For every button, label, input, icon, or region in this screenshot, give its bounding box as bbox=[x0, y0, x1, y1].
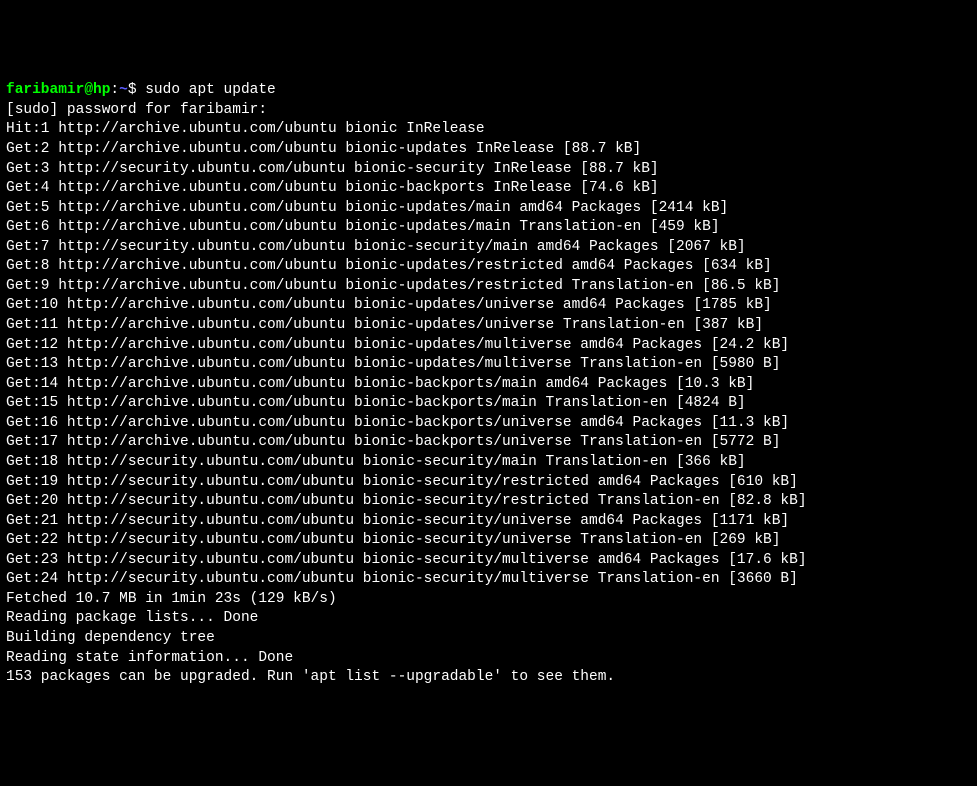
output-line: Get:21 http://security.ubuntu.com/ubuntu… bbox=[6, 512, 971, 532]
output-line: Get:14 http://archive.ubuntu.com/ubuntu … bbox=[6, 375, 971, 395]
output-line: Get:15 http://archive.ubuntu.com/ubuntu … bbox=[6, 394, 971, 414]
output-line: Get:6 http://archive.ubuntu.com/ubuntu b… bbox=[6, 218, 971, 238]
output-line: Building dependency tree bbox=[6, 629, 971, 649]
output-line: Get:10 http://archive.ubuntu.com/ubuntu … bbox=[6, 296, 971, 316]
output-line: Get:2 http://archive.ubuntu.com/ubuntu b… bbox=[6, 140, 971, 160]
output-line: Get:18 http://security.ubuntu.com/ubuntu… bbox=[6, 453, 971, 473]
prompt-dollar: $ bbox=[128, 82, 145, 98]
output-line: Get:19 http://security.ubuntu.com/ubuntu… bbox=[6, 473, 971, 493]
output-line: Get:11 http://archive.ubuntu.com/ubuntu … bbox=[6, 316, 971, 336]
output-line: Get:8 http://archive.ubuntu.com/ubuntu b… bbox=[6, 257, 971, 277]
output-line: Hit:1 http://archive.ubuntu.com/ubuntu b… bbox=[6, 120, 971, 140]
command-text: sudo apt update bbox=[145, 82, 276, 98]
output-line: Get:20 http://security.ubuntu.com/ubuntu… bbox=[6, 492, 971, 512]
output-line: [sudo] password for faribamir: bbox=[6, 101, 971, 121]
output-line: Get:23 http://security.ubuntu.com/ubuntu… bbox=[6, 551, 971, 571]
output-line: Get:7 http://security.ubuntu.com/ubuntu … bbox=[6, 238, 971, 258]
output-line: Fetched 10.7 MB in 1min 23s (129 kB/s) bbox=[6, 590, 971, 610]
output-line: Reading state information... Done bbox=[6, 649, 971, 669]
output-line: Get:5 http://archive.ubuntu.com/ubuntu b… bbox=[6, 199, 971, 219]
prompt-user-host: faribamir@hp bbox=[6, 82, 110, 98]
output-line: Reading package lists... Done bbox=[6, 609, 971, 629]
output-line: Get:13 http://archive.ubuntu.com/ubuntu … bbox=[6, 355, 971, 375]
output-line: 153 packages can be upgraded. Run 'apt l… bbox=[6, 668, 971, 688]
terminal[interactable]: faribamir@hp:~$ sudo apt update[sudo] pa… bbox=[6, 81, 971, 687]
output-line: Get:12 http://archive.ubuntu.com/ubuntu … bbox=[6, 336, 971, 356]
output-line: Get:22 http://security.ubuntu.com/ubuntu… bbox=[6, 531, 971, 551]
output-line: Get:3 http://security.ubuntu.com/ubuntu … bbox=[6, 160, 971, 180]
prompt-line: faribamir@hp:~$ sudo apt update bbox=[6, 81, 971, 101]
output-line: Get:16 http://archive.ubuntu.com/ubuntu … bbox=[6, 414, 971, 434]
prompt-separator: : bbox=[110, 82, 119, 98]
output-line: Get:9 http://archive.ubuntu.com/ubuntu b… bbox=[6, 277, 971, 297]
output-line: Get:17 http://archive.ubuntu.com/ubuntu … bbox=[6, 433, 971, 453]
prompt-path: ~ bbox=[119, 82, 128, 98]
output-line: Get:4 http://archive.ubuntu.com/ubuntu b… bbox=[6, 179, 971, 199]
output-line: Get:24 http://security.ubuntu.com/ubuntu… bbox=[6, 570, 971, 590]
